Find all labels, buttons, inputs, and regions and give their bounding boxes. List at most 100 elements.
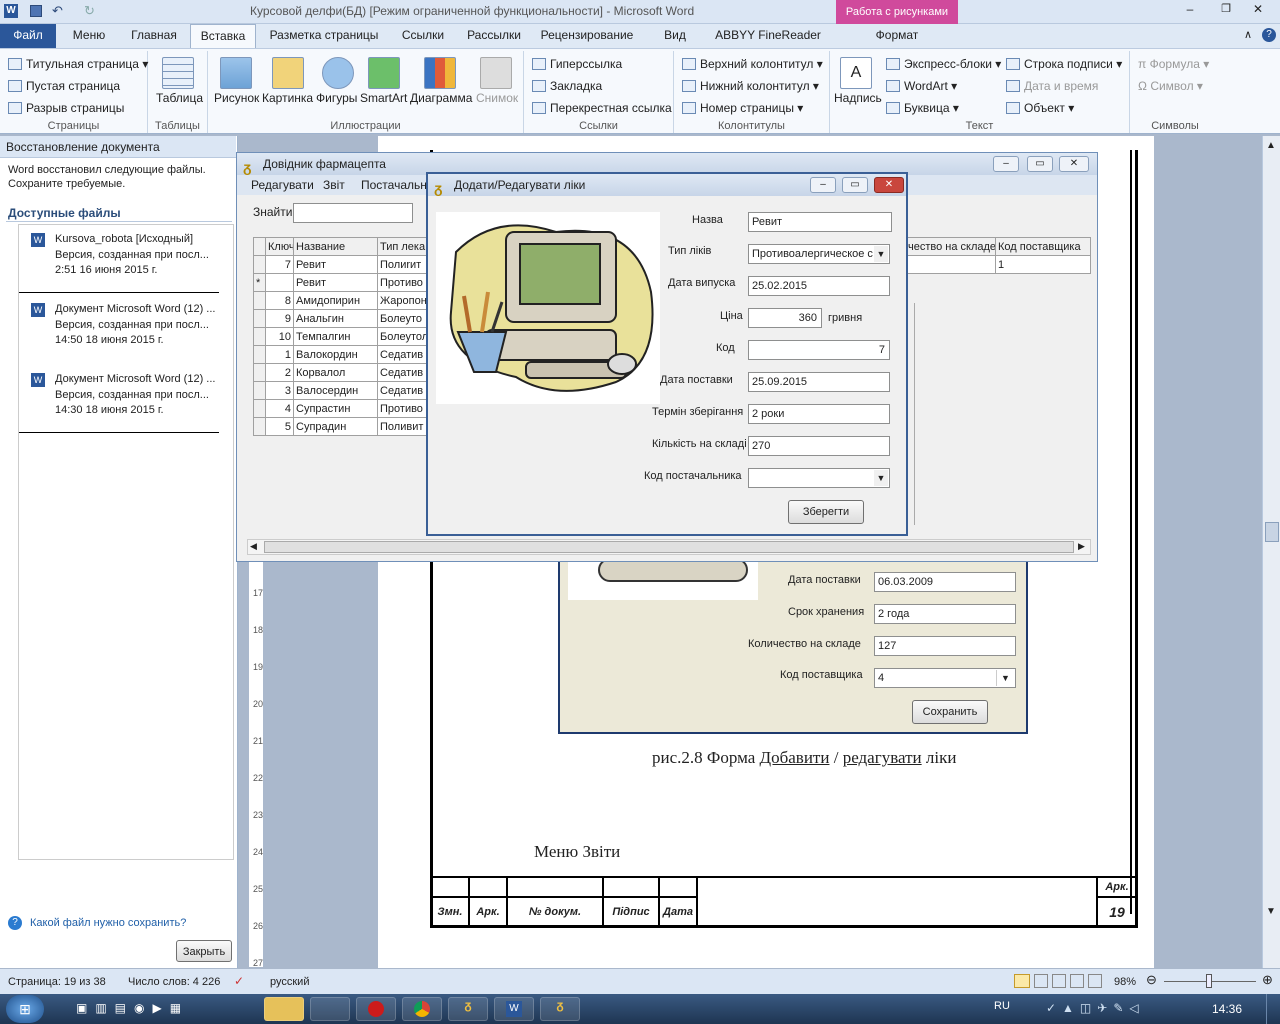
- reading-view-icon[interactable]: [1034, 974, 1048, 988]
- bookmark-button[interactable]: Закладка: [532, 79, 602, 93]
- col-type[interactable]: Тип лека: [377, 237, 430, 256]
- language-indicator[interactable]: русский: [270, 976, 309, 988]
- zoom-out-icon[interactable]: ⊖: [1146, 972, 1157, 988]
- footer-button[interactable]: Нижний колонтитул ▾: [682, 79, 819, 93]
- table-row[interactable]: 1: [905, 255, 1091, 274]
- scroll-left-icon[interactable]: ◀: [250, 541, 257, 552]
- undo-icon[interactable]: ↶: [52, 3, 63, 19]
- tab-format[interactable]: Формат: [836, 24, 958, 48]
- code-field[interactable]: 7: [748, 340, 890, 360]
- opera-task-icon[interactable]: [356, 997, 396, 1021]
- table-row[interactable]: 1 Валокордин Седатив: [253, 345, 430, 364]
- tab-layout[interactable]: Разметка страницы: [262, 24, 386, 48]
- save-button[interactable]: Зберегти: [788, 500, 864, 524]
- chevron-down-icon[interactable]: ▼: [874, 470, 888, 486]
- dropcap-button[interactable]: Буквица ▾: [886, 101, 959, 115]
- table-row[interactable]: 8 Амидопирин Жаропон: [253, 291, 430, 310]
- list-item[interactable]: W Документ Microsoft Word (12) ... Верси…: [19, 371, 219, 433]
- proofing-icon[interactable]: ✓: [234, 974, 244, 988]
- page-break-button[interactable]: Разрыв страницы: [8, 101, 124, 115]
- table-row[interactable]: 3 Валосердин Седатив: [253, 381, 430, 400]
- price-field[interactable]: 360: [748, 308, 822, 328]
- help-icon[interactable]: ?: [1262, 28, 1276, 42]
- tab-review[interactable]: Рецензирование: [534, 24, 640, 48]
- list-item[interactable]: W Документ Microsoft Word (12) ... Верси…: [19, 301, 219, 363]
- dialog-maximize-button[interactable]: ▭: [842, 177, 868, 193]
- scroll-right-icon[interactable]: ▶: [1078, 541, 1085, 552]
- zoom-level[interactable]: 98%: [1114, 976, 1136, 988]
- search-input[interactable]: [293, 203, 413, 223]
- medicine-grid-right[interactable]: чество на складе Код поставщика 1: [905, 237, 1091, 274]
- header-button[interactable]: Верхний колонтитул ▾: [682, 57, 823, 71]
- app-task-icon[interactable]: [310, 997, 350, 1021]
- menu-report[interactable]: Звіт: [323, 175, 345, 195]
- dialog-close-button[interactable]: ✕: [874, 177, 904, 193]
- tab-view[interactable]: Вид: [646, 24, 704, 48]
- zoom-slider-thumb[interactable]: [1206, 974, 1212, 988]
- delphi-task-icon[interactable]: ᵹ: [448, 997, 488, 1021]
- col-supplier[interactable]: Код поставщика: [995, 237, 1091, 256]
- tab-insert[interactable]: Вставка: [190, 24, 256, 48]
- print-layout-icon[interactable]: [1014, 974, 1030, 988]
- restore-button[interactable]: ❐: [1216, 2, 1236, 20]
- close-pane-button[interactable]: Закрыть: [176, 940, 232, 962]
- col-name[interactable]: Название: [293, 237, 378, 256]
- table-row[interactable]: * Ревит Противо: [253, 273, 430, 292]
- close-button[interactable]: ✕: [1248, 2, 1268, 20]
- cover-page-button[interactable]: Титульная страница ▾: [8, 57, 148, 71]
- tab-menu[interactable]: Меню: [60, 24, 118, 48]
- type-select[interactable]: Противоалергическое с: [748, 244, 890, 264]
- clock[interactable]: 14:36: [1212, 1002, 1242, 1016]
- object-button[interactable]: Объект ▾: [1006, 101, 1074, 115]
- tab-home[interactable]: Главная: [122, 24, 186, 48]
- menu-suppliers[interactable]: Постачальн: [361, 175, 427, 195]
- scroll-down-icon[interactable]: ▼: [1266, 906, 1276, 917]
- table-row[interactable]: 5 Супрадин Поливит: [253, 417, 430, 436]
- save-icon[interactable]: [30, 5, 42, 17]
- draft-view-icon[interactable]: [1088, 974, 1102, 988]
- smartart-button[interactable]: SmartArt: [360, 91, 407, 105]
- crossref-button[interactable]: Перекрестная ссылка: [532, 101, 672, 115]
- show-desktop-button[interactable]: [1266, 994, 1280, 1024]
- page-counter[interactable]: Страница: 19 из 38: [8, 976, 106, 988]
- textbox-button[interactable]: Надпись: [834, 91, 882, 105]
- shelf-life-field[interactable]: 2 роки: [748, 404, 890, 424]
- vertical-scrollbar[interactable]: ▲ ▼: [1262, 136, 1280, 968]
- ribbon-collapse-icon[interactable]: ∧: [1244, 28, 1252, 41]
- word-icon[interactable]: W: [4, 4, 18, 18]
- tab-file[interactable]: Файл: [0, 24, 56, 48]
- table-row[interactable]: 10 Темпалгин Болеутол: [253, 327, 430, 346]
- language-bar[interactable]: RU: [994, 1000, 1010, 1012]
- delivery-date-field[interactable]: 25.09.2015: [748, 372, 890, 392]
- menu-edit[interactable]: Редагувати: [251, 175, 314, 195]
- medicine-grid[interactable]: Ключ Название Тип лека 7 Ревит Полиrит * Реви…: [253, 237, 430, 436]
- list-item[interactable]: W Kursova_robota [Исходный] Версия, созд…: [19, 231, 219, 293]
- embedded-form-image[interactable]: Дата поставки 06.03.2009 Срок хранения 2…: [558, 538, 1028, 734]
- table-button[interactable]: Таблица: [156, 91, 203, 105]
- equation-button[interactable]: π Формула ▾: [1138, 57, 1209, 71]
- col-key[interactable]: Ключ: [265, 237, 294, 256]
- app-close-button[interactable]: ✕: [1059, 156, 1089, 172]
- scroll-thumb[interactable]: [1265, 522, 1279, 542]
- name-field[interactable]: Ревит: [748, 212, 892, 232]
- clipart-button[interactable]: Картинка: [262, 91, 313, 105]
- h-scroll-thumb[interactable]: [264, 541, 1074, 553]
- word-task-icon[interactable]: W: [494, 997, 534, 1021]
- horizontal-scrollbar[interactable]: ◀ ▶: [247, 539, 1091, 555]
- symbol-button[interactable]: Ω Символ ▾: [1138, 79, 1203, 93]
- redo-icon[interactable]: ↻: [84, 3, 95, 19]
- table-row[interactable]: 7 Ревит Полиrит: [253, 255, 430, 274]
- start-button[interactable]: ⊞: [6, 995, 44, 1023]
- tab-references[interactable]: Ссылки: [392, 24, 454, 48]
- col-qty[interactable]: чество на складе: [905, 237, 996, 256]
- picture-button[interactable]: Рисунок: [214, 91, 259, 105]
- delphi-task-icon-2[interactable]: ᵹ: [540, 997, 580, 1021]
- supplier-code-select[interactable]: [748, 468, 890, 488]
- tab-mailings[interactable]: Рассылки: [460, 24, 528, 48]
- screenshot-button[interactable]: Снимок: [476, 91, 518, 105]
- quickparts-button[interactable]: Экспресс-блоки ▾: [886, 57, 1001, 71]
- quantity-field[interactable]: 270: [748, 436, 890, 456]
- page-number-button[interactable]: Номер страницы ▾: [682, 101, 803, 115]
- datetime-button[interactable]: Дата и время: [1006, 79, 1098, 93]
- chart-button[interactable]: Диаграмма: [410, 91, 472, 105]
